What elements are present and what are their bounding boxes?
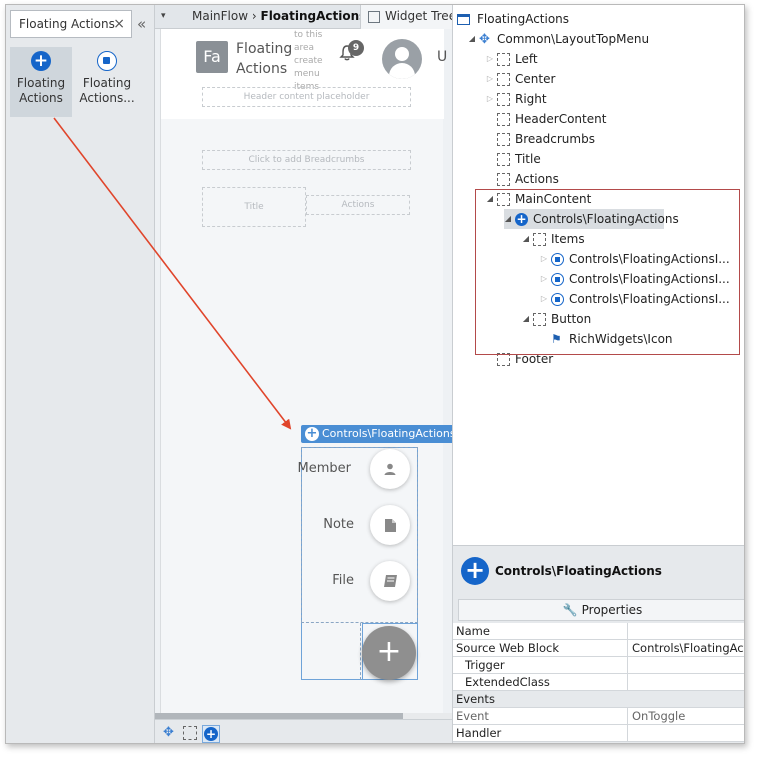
placeholder-icon — [497, 53, 510, 66]
toolbox-search-value: Floating Actions — [19, 17, 115, 31]
app-name: Floating Actions — [236, 41, 293, 77]
notification-count-badge: 9 — [348, 40, 364, 56]
tab-properties[interactable]: 🔧 Properties — [458, 599, 744, 621]
property-value[interactable]: OnToggle — [632, 708, 744, 725]
stop-circle-icon — [97, 51, 117, 71]
property-name: ExtendedClass — [456, 674, 628, 691]
clear-search-icon[interactable]: × — [113, 11, 125, 37]
screen-canvas: ▾ MainFlow › FloatingActions Widget Tree… — [155, 5, 460, 743]
properties-title: Controls\FloatingActions — [495, 564, 662, 578]
properties-tab-label: Properties — [581, 603, 643, 617]
book-icon[interactable] — [370, 561, 410, 601]
puzzle-icon: ✥ — [479, 32, 490, 47]
properties-panel: + Controls\FloatingActions 🔧 Properties N… — [452, 545, 744, 743]
canvas-tab-bar: ▾ MainFlow › FloatingActions Widget Tree — [155, 5, 456, 29]
tree-node-label: Common\LayoutTopMenu — [497, 32, 650, 46]
breadcrumb-separator-icon: › — [251, 9, 261, 23]
property-name: Handler — [456, 725, 628, 742]
property-row[interactable]: ExtendedClass — [453, 674, 744, 691]
placeholder-icon — [497, 173, 510, 186]
header-content-placeholder[interactable]: Header content placeholder — [202, 87, 411, 107]
breadcrumbs-placeholder[interactable]: Click to add Breadcrumbs — [202, 150, 411, 170]
tree-node-label: FloatingActions — [477, 12, 570, 26]
annotation-highlight-box — [475, 189, 740, 355]
collapse-arrow-icon[interactable]: ◢ — [467, 29, 477, 49]
tree-node-label: Left — [515, 52, 538, 66]
note-icon[interactable] — [370, 505, 410, 545]
expand-arrow-icon[interactable]: ▷ — [485, 49, 495, 69]
breadcrumb: MainFlow › FloatingActions — [192, 9, 366, 23]
expand-arrow-icon[interactable]: ▷ — [485, 89, 495, 109]
breadcrumb-flow[interactable]: MainFlow — [192, 9, 248, 23]
studio-window: Floating Actions × « + Floating Actions … — [5, 4, 745, 744]
wrench-icon: 🔧 — [562, 603, 578, 617]
property-name: Trigger — [456, 657, 628, 674]
widget-tree-icon — [368, 11, 380, 23]
property-row[interactable]: Events — [453, 691, 744, 708]
placeholder-icon — [497, 113, 510, 126]
expand-arrow-icon[interactable]: ▷ — [485, 69, 495, 89]
tab-widget-tree[interactable]: Widget Tree — [360, 5, 456, 29]
plus-circle-icon: + — [305, 426, 319, 441]
fa-item-label-file: File — [332, 573, 354, 588]
tree-node-label: HeaderContent — [515, 112, 607, 126]
properties-header: + Controls\FloatingActions — [453, 546, 744, 598]
user-avatar[interactable] — [382, 39, 422, 79]
placeholder-icon — [497, 153, 510, 166]
property-name: Source Web Block — [456, 640, 628, 657]
toolbox-item-label: Floating Actions... — [79, 76, 135, 105]
plus-circle-icon: + — [31, 51, 51, 71]
tree-node-label: Actions — [515, 172, 559, 186]
menu-ghost-text: to this area create menu items — [294, 30, 323, 92]
tab-dropdown-icon[interactable]: ▾ — [161, 11, 166, 21]
user-name: U — [437, 49, 448, 65]
screen-icon — [457, 14, 470, 25]
button-placeholder[interactable] — [301, 623, 361, 680]
property-row[interactable]: Event OnToggle — [453, 708, 744, 725]
placeholder-icon — [497, 73, 510, 86]
property-row[interactable]: Name — [453, 623, 744, 640]
property-name: Name — [456, 623, 628, 640]
tree-node-label: Title — [515, 152, 541, 166]
properties-table: Name Source Web Block Controls\FloatingAct… — [453, 623, 744, 742]
property-name: Event — [456, 708, 628, 725]
property-row[interactable]: Handler — [453, 725, 744, 742]
breadcrumb-current: FloatingActions — [260, 9, 367, 23]
page-preview[interactable]: Fa Floating Actions to this area create … — [160, 29, 460, 719]
title-placeholder[interactable]: Title — [202, 187, 306, 227]
tree-node-label: Breadcrumbs — [515, 132, 595, 146]
tree-node-label: Center — [515, 72, 556, 86]
canvas-bottom-toolbar: ✥ + — [155, 719, 452, 743]
app-logo: Fa — [196, 41, 228, 73]
placeholder-icon — [497, 133, 510, 146]
property-row[interactable]: Source Web Block Controls\FloatingAct — [453, 640, 744, 657]
page-header: Fa Floating Actions to this area create … — [161, 29, 448, 119]
fa-item-label-note: Note — [323, 517, 354, 532]
property-row[interactable]: Trigger — [453, 657, 744, 674]
toolbox-item-floating-actions-item[interactable]: Floating Actions... — [76, 47, 138, 117]
container-icon[interactable] — [183, 726, 197, 740]
property-name: Events — [456, 692, 495, 706]
toolbox-search-input[interactable]: Floating Actions × — [10, 10, 132, 38]
toolbox-item-label: Floating Actions — [16, 76, 66, 105]
fa-item-label-member: Member — [297, 461, 351, 476]
collapse-panel-icon[interactable]: « — [137, 15, 146, 33]
puzzle-icon[interactable]: ✥ — [163, 726, 177, 740]
widget-tree-tab-label: Widget Tree — [385, 9, 457, 23]
actions-placeholder[interactable]: Actions — [306, 195, 410, 215]
placeholder-icon — [497, 93, 510, 106]
plus-circle-icon: + — [461, 557, 489, 585]
selected-block-label[interactable]: + Controls\FloatingActions — [301, 425, 460, 443]
toolbox-item-floating-actions[interactable]: + Floating Actions — [10, 47, 72, 117]
property-value[interactable]: Controls\FloatingAct — [632, 640, 744, 657]
toolbox-panel: Floating Actions × « + Floating Actions … — [6, 5, 155, 743]
tree-node-label: Right — [515, 92, 547, 106]
floating-main-button[interactable]: + — [362, 626, 416, 680]
selected-block-name: Controls\FloatingActions — [322, 427, 456, 440]
block-select-icon[interactable]: + — [202, 725, 220, 743]
person-icon[interactable] — [370, 449, 410, 489]
